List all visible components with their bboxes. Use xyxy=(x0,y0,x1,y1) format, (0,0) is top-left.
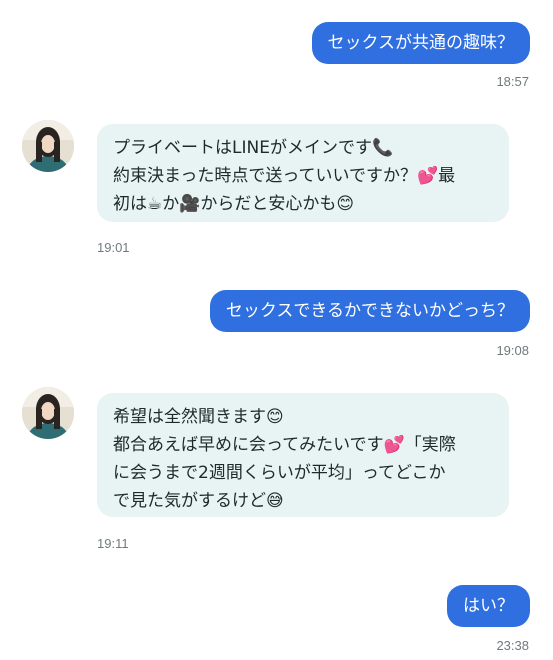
message-line: 希望は全然聞きます😊 xyxy=(113,407,284,427)
message-timestamp: 18:57 xyxy=(496,74,529,89)
message-text: セックスが共通の趣味？ xyxy=(327,33,515,53)
message-timestamp: 19:08 xyxy=(496,343,529,358)
message-line: 初は☕か🎥からだと安心かも😊 xyxy=(113,194,355,214)
message-line: 約束決まった時点で送っていいですか？💕最 xyxy=(113,166,456,186)
message-line: に会うまで2週間くらいが平均」ってどこか xyxy=(113,463,446,483)
outgoing-message-bubble[interactable]: セックスできるかできないかどっち？ xyxy=(209,290,530,332)
message-timestamp: 19:11 xyxy=(97,536,129,551)
avatar[interactable] xyxy=(22,120,74,172)
outgoing-message-bubble[interactable]: はい？ xyxy=(447,585,530,627)
incoming-message-bubble[interactable]: プライベートはLINEがメインです📞 約束決まった時点で送っていいですか？💕最 … xyxy=(97,124,509,222)
message-line: 都合あえば早めに会ってみたいです💕「実際 xyxy=(113,435,456,455)
message-text: セックスできるかできないかどっち？ xyxy=(225,301,514,321)
message-line: で見た気がするけど😅 xyxy=(113,491,284,511)
message-text: はい？ xyxy=(463,596,514,616)
message-timestamp: 19:01 xyxy=(97,240,130,255)
avatar[interactable] xyxy=(22,387,74,439)
incoming-message-bubble[interactable]: 希望は全然聞きます😊 都合あえば早めに会ってみたいです💕「実際 に会うまで2週間… xyxy=(97,393,509,517)
outgoing-message-bubble[interactable]: セックスが共通の趣味？ xyxy=(311,22,530,64)
message-line: プライベートはLINEがメインです📞 xyxy=(113,138,394,158)
message-timestamp: 23:38 xyxy=(496,638,529,653)
